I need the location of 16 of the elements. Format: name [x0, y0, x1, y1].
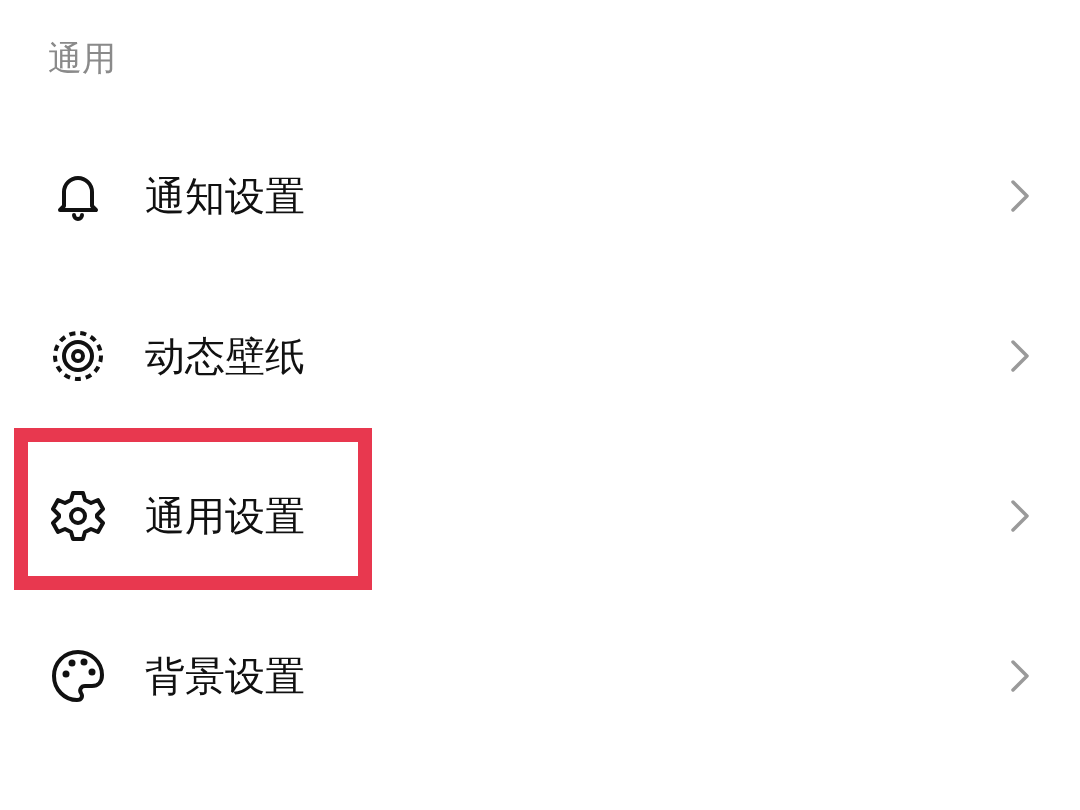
- gear-icon: [50, 488, 106, 544]
- item-label: 背景设置: [145, 651, 306, 701]
- section-title: 通用: [47, 37, 116, 80]
- item-label: 通用设置: [145, 491, 306, 541]
- item-label: 通知设置: [145, 171, 306, 221]
- settings-item[interactable]: 通用设置: [0, 436, 1080, 596]
- chevron-icon: [1010, 339, 1030, 373]
- wallpaper-icon: [50, 328, 106, 384]
- item-label: 动态壁纸: [145, 331, 306, 381]
- settings-item[interactable]: 动态壁纸: [0, 276, 1080, 436]
- palette-icon: [50, 648, 106, 704]
- chevron-icon: [1010, 179, 1030, 213]
- settings-item[interactable]: 通知设置: [0, 116, 1080, 276]
- settings-item[interactable]: 背景设置: [0, 596, 1080, 756]
- chevron-icon: [1010, 499, 1030, 533]
- chevron-icon: [1010, 659, 1030, 693]
